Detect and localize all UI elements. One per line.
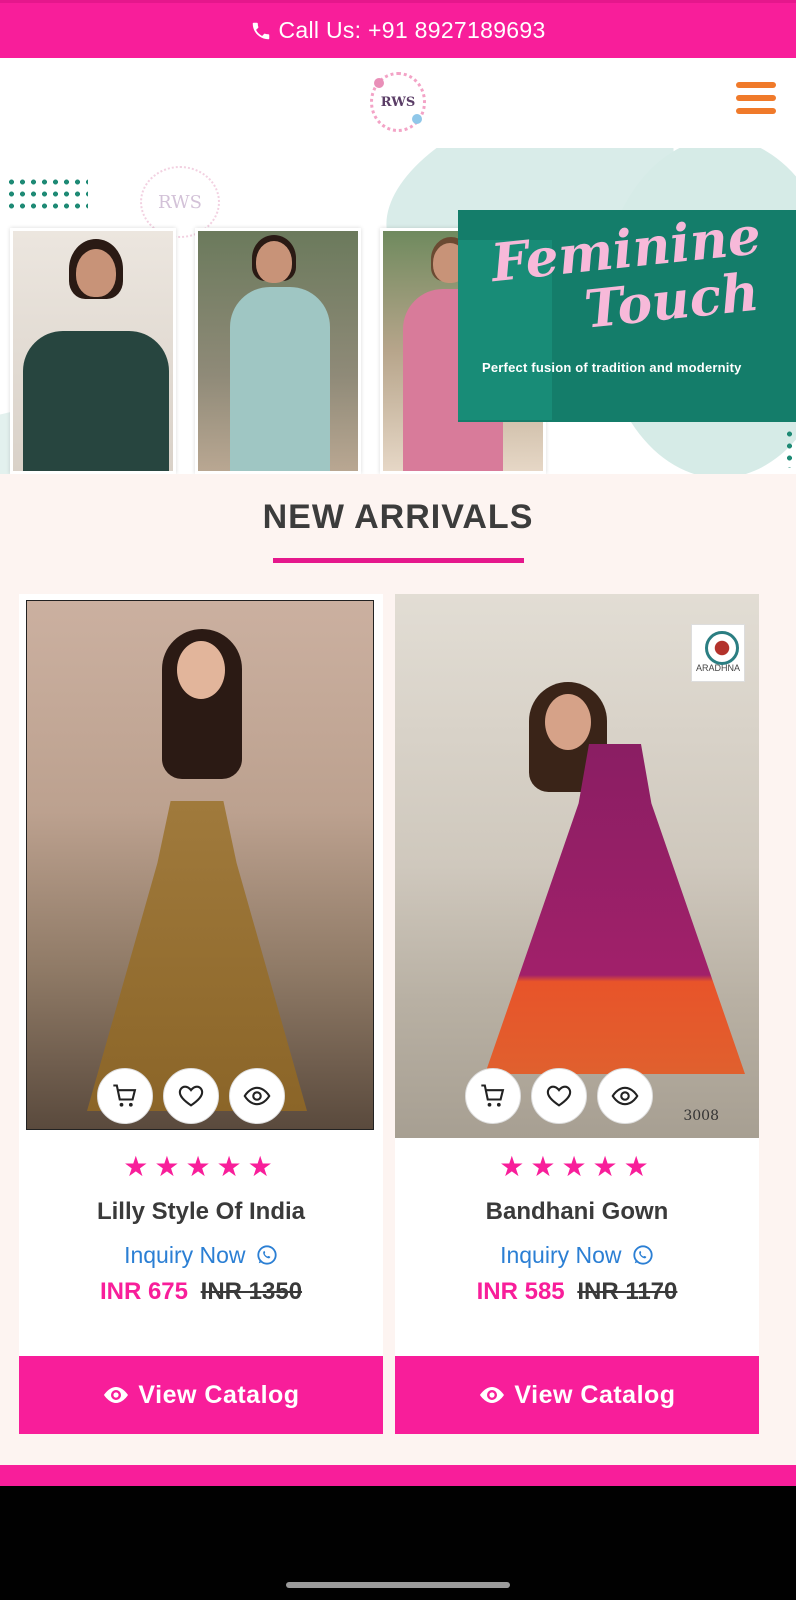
product-image[interactable]: ARADHNA 3008: [395, 594, 759, 1138]
inquiry-label: Inquiry Now: [124, 1242, 246, 1268]
inquiry-now-link[interactable]: Inquiry Now: [19, 1242, 383, 1269]
eye-icon: [480, 1387, 505, 1403]
banner-model-photo: [10, 228, 176, 474]
product-card[interactable]: ★★★★★ Lilly Style Of India Inquiry Now I…: [19, 594, 383, 1356]
site-logo[interactable]: RWS: [370, 72, 426, 132]
wishlist-button[interactable]: [163, 1068, 219, 1124]
section-underline: [273, 558, 524, 563]
brand-text: ARADHNA: [695, 663, 740, 673]
product-actions: [19, 1068, 383, 1128]
view-catalog-button[interactable]: View Catalog: [19, 1356, 383, 1434]
promo-panel: Feminine Touch Perfect fusion of traditi…: [458, 205, 796, 422]
eye-icon: [104, 1387, 129, 1403]
eye-icon: [611, 1086, 639, 1106]
inquiry-label: Inquiry Now: [500, 1242, 622, 1268]
gesture-handle[interactable]: [286, 1582, 510, 1588]
logo-flower: [412, 114, 422, 124]
rating-stars: ★★★★★: [123, 1151, 279, 1182]
eye-icon: [243, 1086, 271, 1106]
rating-stars: ★★★★★: [499, 1151, 655, 1182]
section-title: NEW ARRIVALS: [262, 498, 534, 536]
call-us-text: Call Us: +91 8927189693: [278, 17, 546, 43]
quick-view-button[interactable]: [597, 1068, 653, 1124]
product-card[interactable]: ARADHNA 3008 ★★★★★ Bandhani Gown Inquiry…: [395, 594, 759, 1356]
view-catalog-label: View Catalog: [138, 1380, 300, 1409]
hamburger-menu-icon[interactable]: [736, 82, 776, 118]
hero-banner[interactable]: RWS Feminine Touch Perfect fusion of tra…: [0, 148, 796, 474]
original-price: INR 1170: [577, 1278, 678, 1305]
footer-strip: [0, 1465, 796, 1486]
product-price: INR 675 INR 1350: [19, 1278, 383, 1306]
heart-icon: [178, 1085, 204, 1107]
banner-model-photo: [195, 228, 361, 474]
view-catalog-label: View Catalog: [514, 1380, 676, 1409]
product-name[interactable]: Lilly Style Of India: [19, 1198, 383, 1226]
heart-icon: [546, 1085, 572, 1107]
call-us-bar[interactable]: Call Us: +91 8927189693: [0, 0, 796, 58]
whatsapp-icon: [257, 1245, 277, 1265]
product-image[interactable]: [26, 600, 374, 1130]
promo-tagline: Perfect fusion of tradition and modernit…: [482, 360, 742, 375]
dot-pattern: [784, 428, 796, 468]
product-name[interactable]: Bandhani Gown: [395, 1198, 759, 1226]
current-price: INR 585: [476, 1278, 565, 1305]
whatsapp-icon: [633, 1245, 653, 1265]
original-price: INR 1350: [200, 1278, 303, 1305]
brand-logo: ARADHNA: [691, 624, 745, 682]
cart-icon: [481, 1084, 505, 1107]
promo-headline: Feminine Touch: [479, 205, 779, 349]
wishlist-button[interactable]: [531, 1068, 587, 1124]
add-to-cart-button[interactable]: [97, 1068, 153, 1124]
logo-flower: [374, 78, 384, 88]
phone-icon: [253, 22, 270, 39]
logo-text: RWS: [380, 94, 416, 110]
cart-icon: [113, 1084, 137, 1107]
current-price: INR 675: [99, 1278, 188, 1305]
product-price: INR 585 INR 1170: [395, 1278, 759, 1306]
product-actions: [395, 1068, 759, 1128]
quick-view-button[interactable]: [229, 1068, 285, 1124]
page: Call Us: +91 8927189693 RWS RWS Feminine…: [0, 0, 796, 1486]
watermark-text: RWS: [158, 191, 202, 213]
add-to-cart-button[interactable]: [465, 1068, 521, 1124]
dot-pattern: [6, 176, 88, 212]
site-header: RWS: [0, 58, 796, 148]
inquiry-now-link[interactable]: Inquiry Now: [395, 1242, 759, 1269]
view-catalog-button[interactable]: View Catalog: [395, 1356, 759, 1434]
